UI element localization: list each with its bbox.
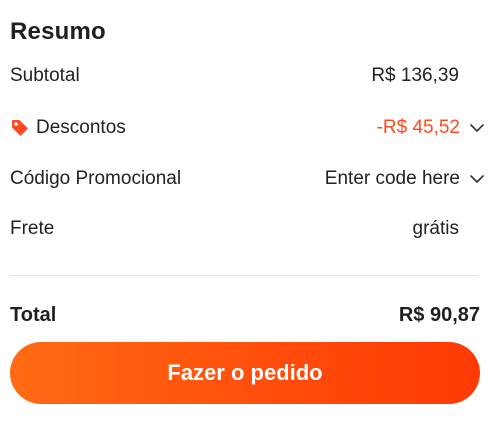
- promo-code-row[interactable]: Código Promocional Enter code here: [10, 165, 486, 193]
- shipping-row: Frete grátis: [10, 215, 486, 243]
- discounts-label: Descontos: [36, 117, 126, 138]
- shipping-label: Frete: [10, 218, 55, 239]
- shipping-value: grátis: [412, 218, 459, 239]
- place-order-button[interactable]: Fazer o pedido: [10, 342, 480, 404]
- discounts-row[interactable]: Descontos -R$ 45,52: [10, 114, 486, 142]
- total-row: Total R$ 90,87: [10, 300, 480, 330]
- divider: [10, 275, 478, 276]
- chevron-down-icon[interactable]: [468, 119, 486, 137]
- total-value: R$ 90,87: [398, 303, 480, 326]
- discounts-value: -R$ 45,52: [376, 117, 460, 138]
- total-label: Total: [10, 303, 57, 326]
- order-summary-panel: Resumo Subtotal R$ 136,39 Descontos -R$ …: [0, 0, 500, 421]
- promo-code-label: Código Promocional: [10, 168, 182, 189]
- subtotal-value: R$ 136,39: [371, 65, 459, 86]
- promo-code-input[interactable]: Enter code here: [325, 168, 460, 190]
- summary-title: Resumo: [10, 18, 106, 45]
- tag-icon: [10, 118, 30, 138]
- chevron-down-icon[interactable]: [468, 170, 486, 188]
- subtotal-row: Subtotal R$ 136,39: [10, 62, 486, 90]
- subtotal-label: Subtotal: [10, 65, 80, 86]
